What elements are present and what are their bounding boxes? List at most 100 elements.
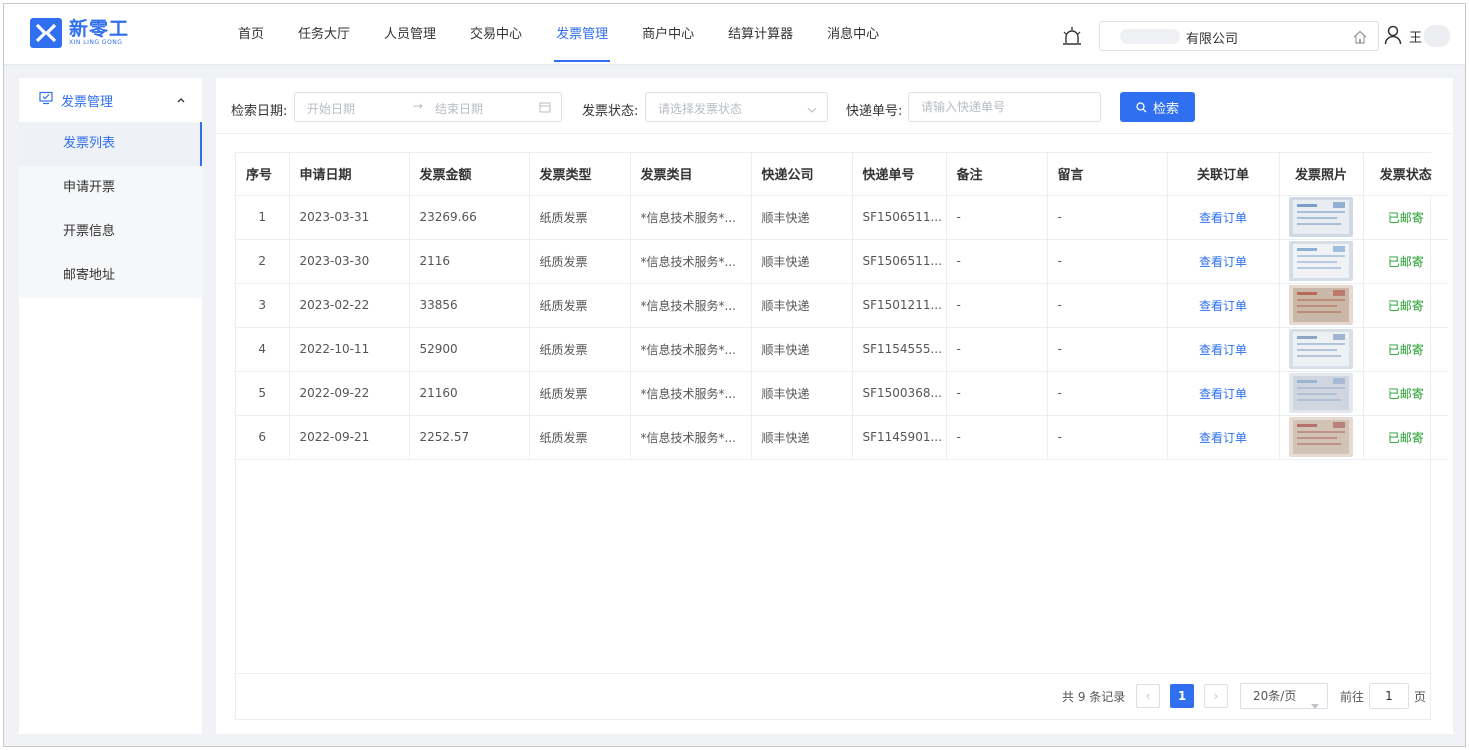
view-order-link[interactable]: 查看订单 — [1167, 371, 1280, 416]
next-page-button[interactable]: › — [1204, 684, 1228, 708]
view-order-link[interactable]: 查看订单 — [1167, 327, 1280, 372]
view-order-link[interactable]: 查看订单 — [1167, 283, 1280, 328]
sidebar: 发票管理 发票列表 申请开票 开票信息 邮寄地址 — [19, 78, 202, 734]
cell-category: *信息技术服务*... — [630, 415, 752, 460]
total-records: 共 9 条记录 — [1062, 690, 1126, 704]
sidebar-item-invoice-list[interactable]: 发票列表 — [19, 122, 202, 166]
table-row: 2 2023-03-30 2116 纸质发票 *信息技术服务*... 顺丰快递 SF1506… — [236, 239, 1448, 284]
cell-date: 2023-03-30 — [289, 239, 410, 284]
status-text: 已邮寄 — [1363, 283, 1448, 328]
cell-courier: 顺丰快递 — [751, 327, 853, 372]
express-filter-label: 快递单号: — [846, 104, 903, 119]
nav-message-center[interactable]: 消息中心 — [827, 4, 879, 64]
page-button-1[interactable]: 1 — [1170, 684, 1194, 708]
logo[interactable]: 新零工 XIN LING GONG — [30, 18, 129, 48]
sidebar-item-invoice-info[interactable]: 开票信息 — [19, 210, 202, 254]
invoice-photo-thumbnail[interactable] — [1289, 241, 1353, 281]
cell-remark: - — [946, 283, 1048, 328]
page-size-select[interactable]: 20条/页 — [1240, 683, 1328, 709]
status-text: 已邮寄 — [1363, 239, 1448, 284]
cell-photo[interactable] — [1279, 371, 1364, 416]
view-order-link[interactable]: 查看订单 — [1167, 239, 1280, 284]
table-row: 6 2022-09-21 2252.57 纸质发票 *信息技术服务*... 顺丰快递 SF1… — [236, 415, 1448, 460]
nav-task-hall[interactable]: 任务大厅 — [298, 4, 350, 64]
invoice-photo-thumbnail[interactable] — [1289, 285, 1353, 325]
logo-subtitle: XIN LING GONG — [69, 39, 123, 46]
cell-type: 纸质发票 — [529, 327, 631, 372]
cell-remark: - — [946, 371, 1048, 416]
nav-merchant-center[interactable]: 商户中心 — [642, 4, 694, 64]
end-date-input[interactable]: 结束日期 — [435, 100, 483, 117]
cell-photo[interactable] — [1279, 283, 1364, 328]
sidebar-item-apply-invoice[interactable]: 申请开票 — [19, 166, 202, 210]
status-text: 已邮寄 — [1363, 371, 1448, 416]
date-range-picker[interactable]: 开始日期 → 结束日期 — [294, 92, 562, 122]
cell-photo[interactable] — [1279, 327, 1364, 372]
cell-photo[interactable] — [1279, 239, 1364, 284]
cell-photo[interactable] — [1279, 195, 1364, 240]
cell-amount: 21160 — [409, 371, 530, 416]
status-placeholder: 请选择发票状态 — [658, 102, 743, 116]
page-size-value: 20条/页 — [1253, 689, 1297, 703]
nav-settlement-calculator[interactable]: 结算计算器 — [728, 4, 793, 64]
view-order-link[interactable]: 查看订单 — [1167, 415, 1280, 460]
cell-tracking: SF1501211... — [852, 283, 947, 328]
status-filter-label: 发票状态: — [582, 104, 639, 119]
company-name-redacted — [1120, 29, 1180, 44]
status-select[interactable]: 请选择发票状态 — [645, 92, 828, 122]
range-arrow: → — [413, 99, 424, 113]
cell-no: 6 — [236, 415, 290, 460]
cell-no: 4 — [236, 327, 290, 372]
table-header-row: 序号 申请日期 发票金额 发票类型 发票类目 快递公司 快递单号 备注 留言 关… — [236, 153, 1448, 196]
prev-page-button[interactable]: ‹ — [1136, 684, 1160, 708]
cell-no: 2 — [236, 239, 290, 284]
table-row: 5 2022-09-22 21160 纸质发票 *信息技术服务*... 顺丰快递 SF150… — [236, 371, 1448, 416]
express-number-input[interactable] — [908, 92, 1101, 122]
cell-photo[interactable] — [1279, 415, 1364, 460]
nav-personnel[interactable]: 人员管理 — [384, 4, 436, 64]
user-icon[interactable] — [1384, 25, 1402, 45]
cell-no: 1 — [236, 195, 290, 240]
sidebar-group-invoice[interactable]: 发票管理 — [19, 78, 202, 122]
main-nav: 首页 任务大厅 人员管理 交易中心 发票管理 商户中心 结算计算器 消息中心 — [238, 4, 913, 64]
cell-amount: 2116 — [409, 239, 530, 284]
sidebar-item-mailing-address[interactable]: 邮寄地址 — [19, 254, 202, 298]
cell-amount: 2252.57 — [409, 415, 530, 460]
cell-courier: 顺丰快递 — [751, 371, 853, 416]
cell-category: *信息技术服务*... — [630, 371, 752, 416]
page-unit-label: 页 — [1414, 690, 1427, 704]
col-header-type: 发票类型 — [529, 153, 631, 196]
cell-message: - — [1047, 371, 1168, 416]
invoice-photo-thumbnail[interactable] — [1289, 329, 1353, 369]
bell-icon[interactable] — [1062, 26, 1082, 50]
home-icon[interactable] — [1352, 29, 1368, 45]
invoice-photo-thumbnail[interactable] — [1289, 373, 1353, 413]
nav-invoice-management[interactable]: 发票管理 — [554, 4, 611, 64]
invoice-icon — [39, 91, 53, 109]
cell-category: *信息技术服务*... — [630, 195, 752, 240]
search-button[interactable]: 检索 — [1120, 92, 1195, 122]
filter-bar: 检索日期: 开始日期 → 结束日期 发票状态: 请选择发票状态 快递单号: 请输… — [216, 78, 1453, 134]
status-text: 已邮寄 — [1363, 195, 1448, 240]
goto-label: 前往 — [1340, 690, 1365, 704]
start-date-input[interactable]: 开始日期 — [307, 100, 355, 117]
view-order-link[interactable]: 查看订单 — [1167, 195, 1280, 240]
chevron-up-icon — [176, 94, 186, 104]
col-header-photo: 发票照片 — [1279, 153, 1364, 196]
col-header-category: 发票类目 — [630, 153, 752, 196]
goto-page-input[interactable] — [1369, 683, 1409, 709]
table-row: 4 2022-10-11 52900 纸质发票 *信息技术服务*... 顺丰快递 SF115… — [236, 327, 1448, 372]
chevron-down-icon — [807, 103, 817, 113]
nav-home[interactable]: 首页 — [238, 4, 264, 64]
search-icon — [1136, 101, 1147, 112]
company-selector[interactable]: 有限公司 — [1099, 21, 1379, 51]
user-name[interactable]: 王 — [1409, 27, 1422, 46]
cell-date: 2022-09-22 — [289, 371, 410, 416]
nav-trade-center[interactable]: 交易中心 — [470, 4, 522, 64]
invoice-photo-thumbnail[interactable] — [1289, 197, 1353, 237]
cell-tracking: SF1145901... — [852, 415, 947, 460]
cell-tracking: SF1500368... — [852, 371, 947, 416]
status-text: 已邮寄 — [1363, 327, 1448, 372]
invoice-photo-thumbnail[interactable] — [1289, 417, 1353, 457]
col-header-order: 关联订单 — [1167, 153, 1280, 196]
